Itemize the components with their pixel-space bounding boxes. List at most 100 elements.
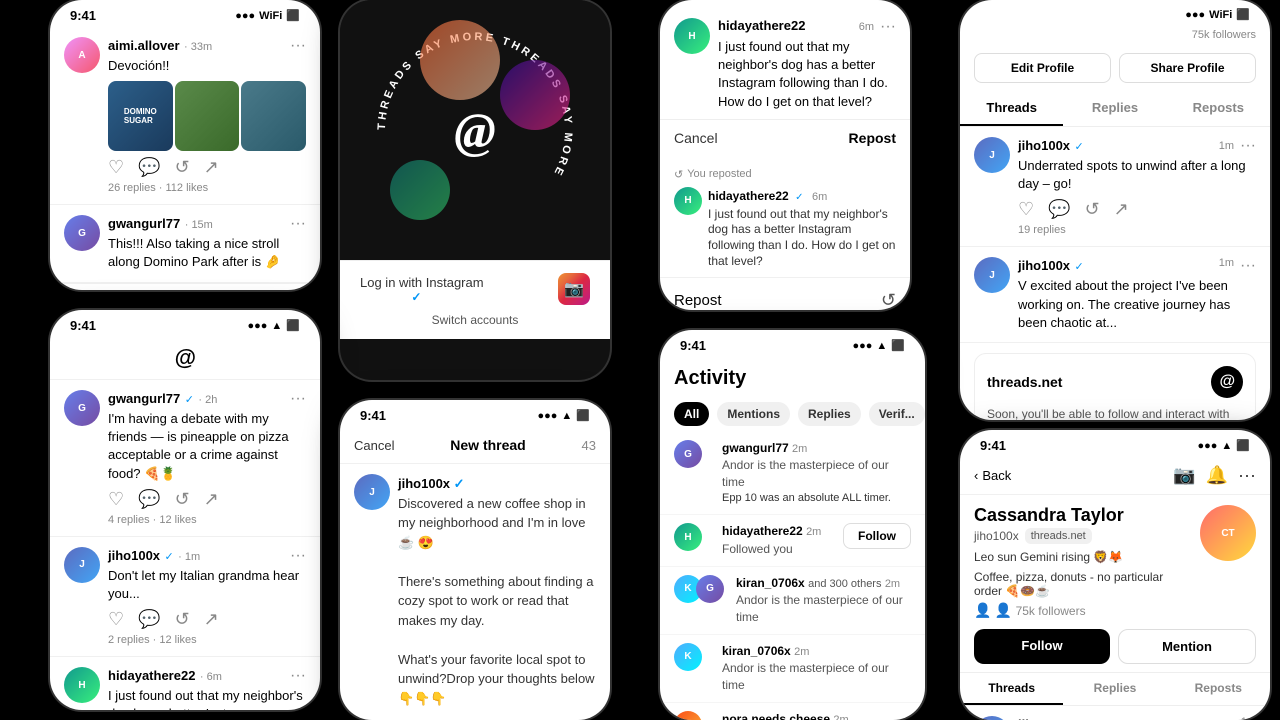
you-reposted-notice: ↺You reposted H hidayathere22 ✓ 6m I jus…: [660, 164, 910, 278]
post-time: 1m: [1219, 257, 1234, 275]
login-text-group: Log in with Instagram jiho100x ✓: [360, 275, 484, 304]
repost-username: hidayathere22: [708, 189, 789, 203]
comment-icon[interactable]: 💬: [138, 157, 160, 178]
instagram-logo-icon: 📷: [558, 273, 590, 305]
profile-name-section: Cassandra Taylor jiho100x threads.net Le…: [974, 505, 1188, 619]
heart-icon[interactable]: ♡: [1018, 199, 1034, 220]
heart-icon[interactable]: ♡: [108, 157, 124, 178]
phone-profile-detail: 9:41 ●●● ▲ ⬛ ‹ Back 📷 🔔 ··· Cassandra Ta…: [960, 430, 1270, 720]
repost-icon[interactable]: ↺: [175, 609, 190, 630]
status-icons-1: ●●● WiFi ⬛: [235, 9, 300, 22]
post-username: gwangurl77: [108, 216, 180, 231]
repost-icon[interactable]: ↺: [175, 489, 190, 510]
tab-all[interactable]: All: [674, 402, 709, 426]
post-item: G gwangurl77 · 15m ··· This!!! Also taki…: [50, 205, 320, 282]
share-icon[interactable]: ↗: [204, 157, 219, 178]
battery-icon: ⬛: [576, 409, 590, 422]
battery-icon: ⬛: [286, 319, 300, 332]
profile-cta-row: Follow Mention: [960, 629, 1270, 672]
share-icon[interactable]: ↗: [1114, 199, 1129, 220]
switch-accounts-link[interactable]: Switch accounts: [360, 313, 590, 327]
comment-icon[interactable]: 💬: [1048, 199, 1070, 220]
repost-icon[interactable]: ↺: [175, 157, 190, 178]
post-item: J jiho100x ✓ 1m ··· V excited about the …: [960, 247, 1270, 343]
avatar: G: [674, 440, 702, 468]
phone-profile-right: ●●● WiFi ⬛ 75k followers Edit Profile Sh…: [960, 0, 1270, 420]
mention-button[interactable]: Mention: [1118, 629, 1256, 664]
repost-preview-row: H hidayathere22 ✓ 6m I just found out th…: [674, 187, 896, 269]
more-icon[interactable]: ···: [1238, 465, 1256, 486]
post-item: J jiho100x ✓ 1m ··· Underrated spots to …: [960, 127, 1270, 247]
tab-threads[interactable]: Threads: [960, 91, 1063, 126]
tab-threads-2[interactable]: Threads: [960, 673, 1063, 705]
wifi-icon: ▲: [1221, 440, 1232, 452]
threads-net-header: threads.net @: [987, 366, 1243, 398]
instagram-icon[interactable]: 📷: [1173, 465, 1195, 486]
composer-avatar: J: [354, 474, 390, 510]
more-icon[interactable]: ···: [290, 37, 306, 55]
heart-icon[interactable]: ♡: [108, 609, 124, 630]
avatar: G: [64, 215, 100, 251]
more-icon[interactable]: ···: [1240, 257, 1256, 275]
post-content: hidayathere22 · 6m ··· I just found out …: [108, 667, 306, 710]
post-meta: 19 replies: [1018, 224, 1256, 236]
activity-item: K kiran_0706x 2m Andor is the masterpiec…: [660, 635, 925, 703]
threads-net-icon: @: [1211, 366, 1243, 398]
more-icon[interactable]: ···: [290, 547, 306, 565]
notification-icon[interactable]: 🔔: [1206, 465, 1228, 486]
more-icon[interactable]: ···: [290, 215, 306, 233]
activity-time: 2m: [806, 526, 821, 538]
post-header: jiho100x ✓ 1m ···: [1018, 257, 1256, 275]
repost-icon[interactable]: ↺: [1085, 199, 1100, 220]
tab-mentions[interactable]: Mentions: [717, 402, 790, 426]
post-image-2: [175, 81, 240, 151]
share-icon[interactable]: ↗: [204, 489, 219, 510]
more-icon[interactable]: ···: [1240, 137, 1256, 155]
post-username: aimi.allover: [108, 38, 180, 53]
followers-avatar-2: 👤: [995, 602, 1012, 618]
more-icon[interactable]: ···: [880, 18, 896, 36]
cancel-button[interactable]: Cancel: [674, 130, 718, 146]
status-bar-6: 9:41 ●●● ▲ ⬛: [340, 400, 610, 427]
post-username: jiho100x: [108, 548, 160, 563]
repost-action-icon: ↺: [881, 290, 896, 310]
repost-action-header: Cancel Repost: [660, 120, 910, 156]
phone-composer: 9:41 ●●● ▲ ⬛ Cancel New thread 43 J jiho…: [340, 400, 610, 720]
tab-replies-2[interactable]: Replies: [1063, 673, 1166, 705]
edit-profile-button[interactable]: Edit Profile: [974, 53, 1111, 83]
composer-body: J jiho100x ✓ Discovered a new coffee sho…: [340, 464, 610, 718]
cancel-button[interactable]: Cancel: [354, 438, 394, 453]
composer-text-area[interactable]: jiho100x ✓ Discovered a new coffee shop …: [398, 474, 596, 708]
tab-replies[interactable]: Replies: [798, 402, 861, 426]
share-profile-button[interactable]: Share Profile: [1119, 53, 1256, 83]
post-images: DOMINOSUGAR: [108, 81, 306, 151]
tab-reposts[interactable]: Reposts: [1167, 91, 1270, 126]
comment-icon[interactable]: 💬: [138, 489, 160, 510]
follow-main-button[interactable]: Follow: [974, 629, 1110, 664]
follow-button[interactable]: Follow: [843, 523, 911, 549]
activity-action: Followed you: [722, 541, 835, 558]
comment-icon[interactable]: 💬: [138, 609, 160, 630]
activity-extra: and 300 others: [808, 578, 881, 590]
back-button[interactable]: ‹ Back: [974, 468, 1011, 483]
time-8: 9:41: [980, 438, 1006, 453]
more-icon[interactable]: ···: [290, 390, 306, 408]
composer-post-text: Discovered a new coffee shop in my neigh…: [398, 494, 596, 709]
heart-icon[interactable]: ♡: [108, 489, 124, 510]
post-text: I'm having a debate with my friends — is…: [108, 410, 306, 483]
char-count: 43: [582, 438, 596, 453]
avatar: A: [64, 37, 100, 73]
disc-1: [420, 20, 500, 100]
activity-text: kiran_0706x 2m Andor is the masterpiece …: [722, 643, 911, 694]
tab-reposts-2[interactable]: Reposts: [1167, 673, 1270, 705]
profile-tabs-2: Threads Replies Reposts: [960, 672, 1270, 706]
share-icon[interactable]: ↗: [204, 609, 219, 630]
status-icons-6: ●●● ▲ ⬛: [537, 409, 590, 422]
repost-action-button[interactable]: Repost ↺: [660, 278, 910, 310]
tab-replies[interactable]: Replies: [1063, 91, 1166, 126]
more-icon[interactable]: ···: [290, 667, 306, 685]
verified-icon: ✓: [454, 476, 465, 491]
tab-verified[interactable]: Verif...: [869, 402, 925, 426]
back-header: ‹ Back 📷 🔔 ···: [960, 457, 1270, 495]
activity-tabs: All Mentions Replies Verif...: [660, 396, 925, 432]
